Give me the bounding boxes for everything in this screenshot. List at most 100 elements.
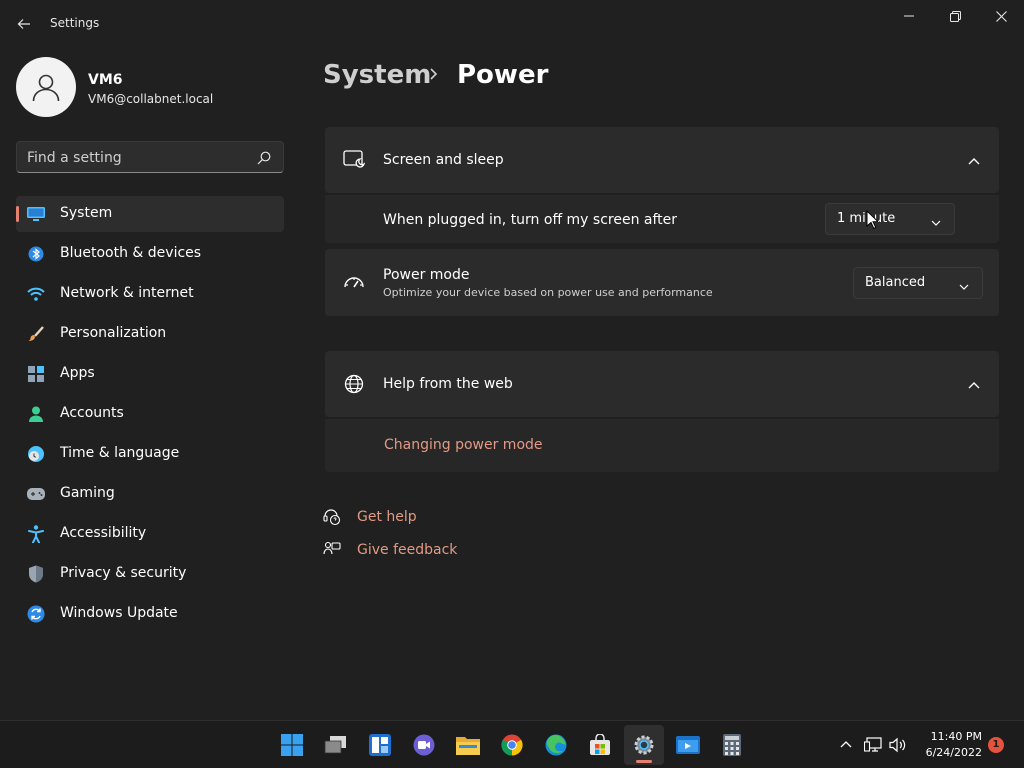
- chevron-down-icon: [958, 278, 970, 290]
- network-icon: [864, 737, 882, 752]
- get-help-link[interactable]: Get help: [357, 509, 417, 525]
- network-status-button[interactable]: [863, 735, 883, 755]
- notification-badge[interactable]: 1: [988, 737, 1004, 753]
- taskbar: 11:40 PM 6/24/2022 1: [0, 720, 1024, 768]
- power-mode-title: Power mode: [383, 267, 470, 283]
- user-name: VM6: [88, 72, 123, 88]
- sidebar-item-label: Gaming: [60, 485, 115, 501]
- title-bar: Settings: [0, 0, 1024, 48]
- screen-sleep-header[interactable]: Screen and sleep: [325, 127, 999, 193]
- store-button[interactable]: [580, 725, 620, 765]
- screen-timeout-row: When plugged in, turn off my screen afte…: [325, 195, 999, 243]
- file-explorer-button[interactable]: [448, 725, 488, 765]
- update-icon: [27, 605, 45, 623]
- power-mode-icon: [343, 271, 365, 293]
- search-input[interactable]: [27, 148, 247, 168]
- power-mode-card: Power mode Optimize your device based on…: [325, 249, 999, 316]
- close-button[interactable]: [978, 0, 1024, 32]
- power-mode-value: Balanced: [865, 275, 926, 290]
- help-web-title: Help from the web: [383, 376, 513, 392]
- screen-timeout-label: When plugged in, turn off my screen afte…: [383, 212, 678, 228]
- calculator-icon: [723, 734, 741, 756]
- search-box: [16, 141, 284, 173]
- screen-timeout-dropdown[interactable]: 1 minute: [825, 203, 955, 235]
- mouse-cursor-icon: [866, 210, 878, 230]
- restore-button[interactable]: [932, 0, 978, 32]
- changing-power-mode-link[interactable]: Changing power mode: [384, 437, 543, 453]
- sidebar-item-personalization[interactable]: Personalization: [16, 316, 284, 352]
- screen-sleep-title: Screen and sleep: [383, 152, 504, 168]
- user-icon: [32, 74, 60, 102]
- chat-button[interactable]: [404, 725, 444, 765]
- settings-icon: [634, 735, 654, 755]
- sidebar-item-accounts[interactable]: Accounts: [16, 396, 284, 432]
- feedback-icon: [323, 541, 341, 559]
- show-hidden-icons-button[interactable]: [836, 735, 856, 755]
- sidebar-item-label: Windows Update: [60, 605, 178, 621]
- get-help-icon: [323, 508, 341, 526]
- apps-icon: [27, 365, 45, 383]
- power-mode-description: Optimize your device based on power use …: [383, 286, 713, 299]
- screen-sleep-icon: [343, 149, 365, 171]
- start-button[interactable]: [272, 725, 312, 765]
- page-title: Power: [457, 60, 549, 90]
- sidebar-item-time-language[interactable]: Time & language: [16, 436, 284, 472]
- globe-icon: [343, 373, 365, 395]
- system-icon: [27, 205, 45, 223]
- sidebar-item-label: Personalization: [60, 325, 167, 341]
- restore-icon: [949, 10, 961, 22]
- breadcrumb-parent[interactable]: System: [323, 60, 431, 90]
- sidebar-item-label: Privacy & security: [60, 565, 187, 581]
- person-icon: [27, 405, 45, 423]
- wifi-icon: [27, 285, 45, 303]
- sidebar-item-label: Network & internet: [60, 285, 194, 301]
- file-explorer-icon: [456, 737, 480, 755]
- sidebar-item-windows-update[interactable]: Windows Update: [16, 596, 284, 632]
- sidebar-item-system[interactable]: System: [16, 196, 284, 232]
- sidebar-item-privacy[interactable]: Privacy & security: [16, 556, 284, 592]
- back-button[interactable]: [12, 12, 36, 36]
- volume-icon: [889, 737, 906, 753]
- widgets-icon: [369, 734, 391, 756]
- sidebar-item-label: Time & language: [60, 445, 180, 461]
- sidebar-item-bluetooth[interactable]: Bluetooth & devices: [16, 236, 284, 272]
- settings-button[interactable]: [624, 725, 664, 765]
- chevron-right-icon: [428, 66, 442, 82]
- sidebar-item-network[interactable]: Network & internet: [16, 276, 284, 312]
- sidebar-item-label: Accessibility: [60, 525, 147, 541]
- search-icon[interactable]: [257, 150, 273, 166]
- store-icon: [590, 734, 610, 755]
- sidebar-item-gaming[interactable]: Gaming: [16, 476, 284, 512]
- window-title: Settings: [50, 16, 100, 30]
- chat-icon: [413, 734, 435, 756]
- sidebar-item-label: Bluetooth & devices: [60, 245, 202, 261]
- accessibility-icon: [27, 525, 45, 543]
- sidebar-item-apps[interactable]: Apps: [16, 356, 284, 392]
- clock-date[interactable]: 6/24/2022: [918, 746, 982, 759]
- sidebar-item-label: Apps: [60, 365, 95, 381]
- sidebar-item-accessibility[interactable]: Accessibility: [16, 516, 284, 552]
- task-view-button[interactable]: [316, 725, 356, 765]
- task-view-icon: [324, 736, 346, 754]
- shield-icon: [27, 565, 45, 583]
- gamepad-icon: [27, 485, 45, 503]
- sidebar-nav: System Bluetooth & devices Network & int…: [16, 196, 284, 636]
- back-arrow-icon: [17, 19, 30, 29]
- minimize-button[interactable]: [886, 0, 932, 32]
- edge-icon: [545, 734, 567, 756]
- chevron-up-icon: [967, 377, 981, 391]
- give-feedback-link[interactable]: Give feedback: [357, 542, 457, 558]
- help-web-content: Changing power mode: [325, 419, 999, 472]
- edge-button[interactable]: [536, 725, 576, 765]
- widgets-button[interactable]: [360, 725, 400, 765]
- close-icon: [995, 10, 1007, 22]
- chevron-down-icon: [930, 214, 942, 226]
- help-web-header[interactable]: Help from the web: [325, 351, 999, 417]
- remote-desktop-button[interactable]: [668, 725, 708, 765]
- calculator-button[interactable]: [712, 725, 752, 765]
- chrome-button[interactable]: [492, 725, 532, 765]
- power-mode-dropdown[interactable]: Balanced: [853, 267, 983, 299]
- avatar[interactable]: [16, 57, 76, 117]
- clock-time[interactable]: 11:40 PM: [918, 730, 982, 743]
- volume-button[interactable]: [888, 735, 908, 755]
